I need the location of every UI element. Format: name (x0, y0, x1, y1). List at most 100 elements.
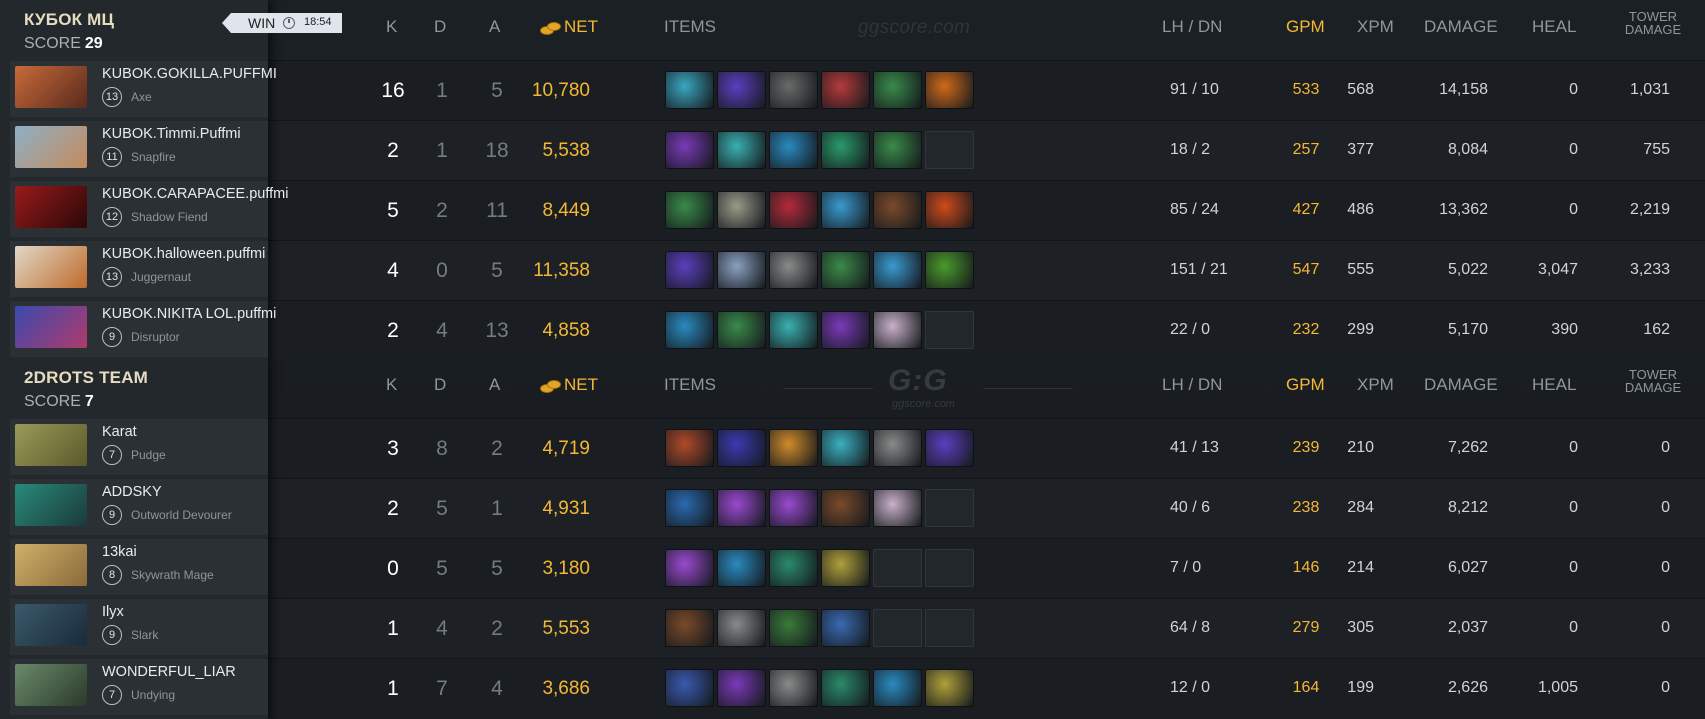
player-card[interactable]: ADDSKY 9 Outworld Devourer (10, 479, 268, 535)
xpm-value: 486 (1347, 201, 1374, 218)
match-duration: 18:54 (304, 16, 332, 28)
item-icon[interactable] (665, 191, 714, 229)
player-name: 13kai (102, 544, 137, 560)
item-icon[interactable] (717, 71, 766, 109)
gpm-value: 257 (1292, 141, 1320, 158)
item-icon[interactable] (665, 251, 714, 289)
item-icon[interactable] (769, 311, 818, 349)
table-row: 3 8 2 4,719 41 / 13 239 210 7,262 0 0 (268, 418, 1705, 479)
damage-value: 8,212 (1447, 499, 1488, 516)
kills: 2 (387, 497, 399, 520)
item-icon[interactable] (665, 131, 714, 169)
item-icon[interactable] (821, 429, 870, 467)
tower-damage-value: 0 (1661, 559, 1670, 576)
player-card[interactable]: KUBOK.GOKILLA.PUFFMI 13 Axe (10, 61, 277, 117)
item-icon[interactable] (769, 669, 818, 707)
item-icon[interactable] (821, 489, 870, 527)
item-icon[interactable] (717, 429, 766, 467)
item-icon[interactable] (665, 489, 714, 527)
col-gpm: GPM (1286, 375, 1325, 394)
item-icon[interactable] (769, 191, 818, 229)
item-icon[interactable] (717, 191, 766, 229)
empty-item-slot[interactable] (925, 609, 974, 647)
item-icon[interactable] (717, 489, 766, 527)
item-icon[interactable] (769, 131, 818, 169)
item-icon[interactable] (925, 669, 974, 707)
item-icon[interactable] (925, 429, 974, 467)
item-icon[interactable] (873, 489, 922, 527)
player-card[interactable]: KUBOK.NIKITA LOL.puffmi 9 Disruptor (10, 301, 276, 357)
player-card[interactable]: Karat 7 Pudge (10, 419, 268, 475)
item-icon[interactable] (665, 71, 714, 109)
item-icon[interactable] (873, 131, 922, 169)
item-icon[interactable] (821, 71, 870, 109)
item-icon[interactable] (769, 549, 818, 587)
item-icon[interactable] (925, 71, 974, 109)
kills: 4 (387, 259, 399, 282)
item-icon[interactable] (717, 251, 766, 289)
empty-item-slot[interactable] (925, 131, 974, 169)
net-worth: 5,538 (542, 140, 590, 161)
deaths: 1 (436, 79, 448, 102)
item-icon[interactable] (665, 609, 714, 647)
table-row: 4 0 5 11,358 151 / 21 547 555 5,022 3,047 3,233 (268, 240, 1705, 301)
item-icon[interactable] (769, 489, 818, 527)
damage-value: 6,027 (1447, 559, 1488, 576)
item-icon[interactable] (665, 429, 714, 467)
hero-portrait (15, 246, 87, 288)
empty-item-slot[interactable] (925, 489, 974, 527)
player-card[interactable]: KUBOK.Timmi.Puffmi 11 Snapfire (10, 121, 268, 177)
item-icon[interactable] (821, 251, 870, 289)
item-icon[interactable] (665, 669, 714, 707)
item-icon[interactable] (925, 191, 974, 229)
gpm-value: 238 (1292, 499, 1320, 516)
item-icon[interactable] (769, 251, 818, 289)
item-icon[interactable] (769, 429, 818, 467)
empty-item-slot[interactable] (925, 549, 974, 587)
player-card[interactable]: 13kai 8 Skywrath Mage (10, 539, 268, 595)
col-tower-damage: TOWER DAMAGE (1624, 9, 1682, 37)
item-icon[interactable] (873, 251, 922, 289)
item-icon[interactable] (873, 311, 922, 349)
item-icon[interactable] (873, 669, 922, 707)
hero-name: Axe (131, 90, 152, 104)
item-icon[interactable] (717, 669, 766, 707)
item-icon[interactable] (821, 191, 870, 229)
player-card[interactable]: KUBOK.CARAPACEE.puffmi 12 Shadow Fiend (10, 181, 288, 237)
item-icon[interactable] (873, 71, 922, 109)
tower-damage-value: 0 (1661, 679, 1670, 696)
player-card[interactable]: WONDERFUL_LIAR 7 Undying (10, 659, 268, 715)
deaths: 7 (436, 677, 448, 700)
damage-value: 2,037 (1447, 619, 1488, 636)
xpm-value: 199 (1347, 679, 1374, 696)
hero-name: Disruptor (131, 330, 180, 344)
item-icon[interactable] (821, 549, 870, 587)
item-icon[interactable] (821, 311, 870, 349)
player-card[interactable]: KUBOK.halloween.puffmi 13 Juggernaut (10, 241, 268, 297)
item-icon[interactable] (717, 131, 766, 169)
item-icon[interactable] (717, 549, 766, 587)
item-icon[interactable] (717, 609, 766, 647)
xpm-value: 555 (1347, 261, 1374, 278)
player-card[interactable]: Ilyx 9 Slark (10, 599, 268, 655)
heal-value: 0 (1569, 559, 1578, 576)
item-icon[interactable] (665, 549, 714, 587)
hero-portrait (15, 126, 87, 168)
item-icon[interactable] (925, 251, 974, 289)
item-icon[interactable] (873, 429, 922, 467)
gpm-value: 279 (1292, 619, 1320, 636)
item-icon[interactable] (717, 311, 766, 349)
empty-item-slot[interactable] (873, 609, 922, 647)
item-icon[interactable] (821, 609, 870, 647)
empty-item-slot[interactable] (925, 311, 974, 349)
damage-value: 8,084 (1447, 141, 1488, 158)
item-icon[interactable] (873, 191, 922, 229)
item-icon[interactable] (665, 311, 714, 349)
item-icon[interactable] (821, 669, 870, 707)
empty-item-slot[interactable] (873, 549, 922, 587)
item-icon[interactable] (769, 71, 818, 109)
kills: 2 (387, 139, 399, 162)
item-icon[interactable] (769, 609, 818, 647)
deaths: 4 (436, 319, 448, 342)
item-icon[interactable] (821, 131, 870, 169)
